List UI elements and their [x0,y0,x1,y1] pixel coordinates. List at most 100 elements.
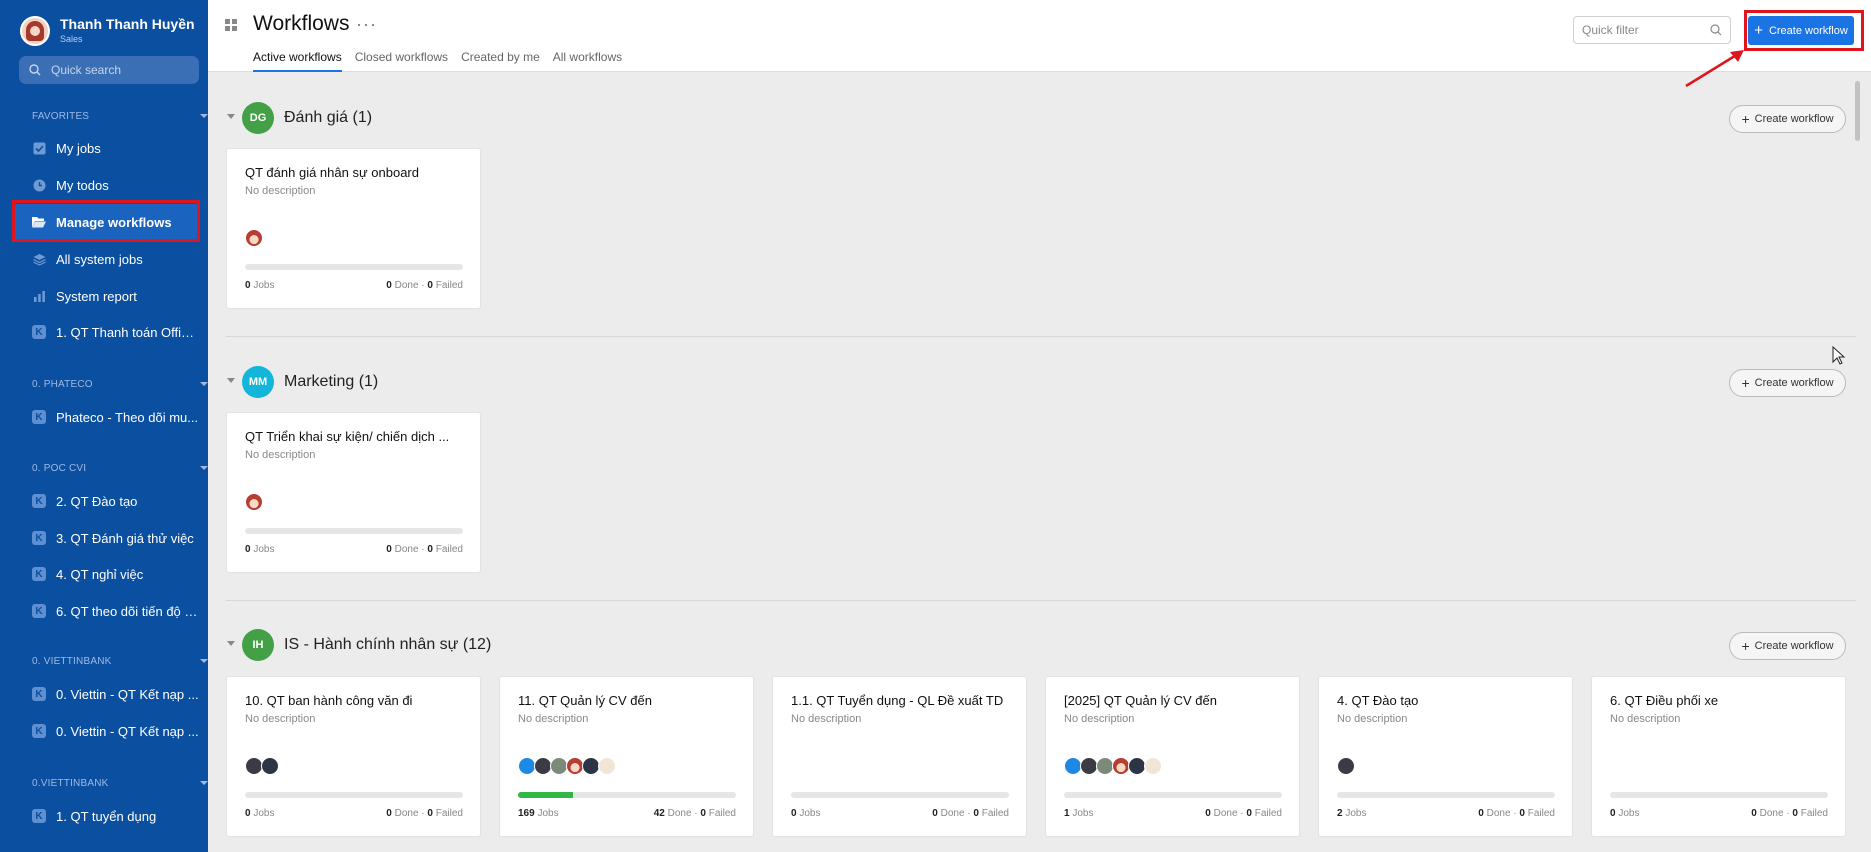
chevron-down-icon[interactable] [227,114,235,119]
sidebar-item-label: My todos [56,177,109,193]
failed-label: Failed [1254,808,1282,819]
avatar [245,493,263,511]
search-icon [1710,24,1722,36]
layers-icon [32,252,46,266]
tab-active-workflows[interactable]: Active workflows [253,50,342,72]
card-title: 10. QT ban hành công văn đi [245,693,413,708]
jobs-count: 0 Jobs [791,808,820,819]
sidebar-item-qt-thanh-toan[interactable]: K 1. QT Thanh toán Official [14,314,200,350]
failed-label: Failed [435,280,463,291]
sidebar-item-my-todos[interactable]: My todos [14,167,200,203]
card-description: No description [1064,713,1135,725]
card-title: QT đánh giá nhân sự onboard [245,165,419,180]
separator: · [1240,808,1244,819]
done-value: 0 [1205,808,1211,819]
section-phateco[interactable]: 0. PHATECO [32,379,208,390]
group-name: IS - Hành chính nhân sự (12) [284,636,492,653]
bar-chart-icon [32,289,46,303]
avatar [245,229,263,247]
progress-bar [245,528,463,534]
user-name: Thanh Thanh Huyền [60,16,195,33]
separator: · [421,808,425,819]
done-value: 0 [1751,808,1757,819]
jobs-label: Jobs [253,808,275,819]
done-value: 0 [932,808,938,819]
workflow-card[interactable]: [2025] QT Quản lý CV đến No description … [1045,676,1300,837]
sidebar-item-label: 1. QT tuyển dụng [56,808,157,824]
progress-bar [1337,792,1555,798]
avatar [1144,757,1162,775]
sidebar-item-my-jobs[interactable]: My jobs [14,130,200,166]
workflow-card[interactable]: 1.1. QT Tuyển dụng - QL Đề xuất TD No de… [772,676,1027,837]
workflow-card[interactable]: 10. QT ban hành công văn đi No descripti… [226,676,481,837]
workflow-icon: K [32,567,46,581]
sidebar-item-viettin-2[interactable]: K 0. Viettin - QT Kết nạp ... [14,713,200,749]
more-options-icon[interactable]: ··· [356,14,377,35]
section-poc-cvi[interactable]: 0. POC CVI [32,463,208,474]
sidebar-item-qt-danh-gia[interactable]: K 3. QT Đánh giá thử việc [14,520,200,556]
sidebar-item-qt-dao-tao[interactable]: K 2. QT Đào tạo [14,483,200,519]
sidebar-item-viettin-1[interactable]: K 0. Viettin - QT Kết nạp ... [14,676,200,712]
failed-value: 0 [1519,808,1525,819]
section-label: 0. POC CVI [32,463,87,474]
done-value: 0 [386,544,392,555]
sidebar-item-qt-theo-doi[interactable]: K 6. QT theo dõi tiến độ s... [14,593,200,629]
failed-value: 0 [973,808,979,819]
section-favorites[interactable]: FAVORITES [32,111,208,122]
workflow-card[interactable]: QT đánh giá nhân sự onboard No descripti… [226,148,481,309]
chevron-down-icon[interactable] [227,378,235,383]
card-title: 6. QT Điều phối xe [1610,693,1719,708]
tab-created-by-me[interactable]: Created by me [461,50,540,72]
card-stats: 0 Jobs 0 Done · 0 Failed [245,544,463,555]
done-label: Done [667,808,692,819]
progress-bar [245,792,463,798]
group-header-hanh-chinh: IH IS - Hành chính nhân sự (12) + Create … [208,624,1860,664]
done-label: Done [1759,808,1784,819]
card-stats: 2 Jobs 0 Done · 0 Failed [1337,808,1555,819]
sidebar-item-all-system-jobs[interactable]: All system jobs [14,241,200,277]
sidebar-item-phateco[interactable]: K Phateco - Theo dõi mu... [14,399,200,435]
member-avatars [245,493,263,511]
create-workflow-button[interactable]: + Create workflow [1729,632,1846,660]
workflow-card[interactable]: QT Triển khai sự kiện/ chiến dịch ... No… [226,412,481,573]
separator: · [421,280,425,291]
sidebar-item-qt-nghi-viec[interactable]: K 4. QT nghỉ việc [14,556,200,592]
grid-icon[interactable] [225,19,237,31]
plus-icon: + [1741,375,1750,391]
sidebar-item-label: 0. Viettin - QT Kết nạp ... [56,686,199,702]
failed-label: Failed [1800,808,1828,819]
jobs-label: Jobs [1072,808,1094,819]
plus-icon: + [1741,111,1750,127]
workflow-card[interactable]: 11. QT Quản lý CV đến No description 169… [499,676,754,837]
workflow-card[interactable]: 6. QT Điều phối xe No description 0 Jobs… [1591,676,1846,837]
group-name: Marketing (1) [284,373,379,390]
chevron-down-icon[interactable] [227,641,235,646]
create-workflow-button[interactable]: + Create workflow [1729,105,1846,133]
sidebar-item-system-report[interactable]: System report [14,278,200,314]
tab-all-workflows[interactable]: All workflows [553,50,622,72]
section-viettinbank-2[interactable]: 0.VIETTINBANK [32,778,208,789]
workflow-icon: K [32,531,46,545]
member-avatars [245,229,263,247]
sidebar-item-qt-tuyen-dung[interactable]: K 1. QT tuyển dụng [14,798,200,834]
quick-search-input[interactable]: Quick search [19,56,199,84]
workflow-card[interactable]: 4. QT Đào tạo No description 2 Jobs 0 Do… [1318,676,1573,837]
failed-label: Failed [435,544,463,555]
tab-closed-workflows[interactable]: Closed workflows [355,50,448,72]
done-failed: 0 Done · 0 Failed [386,544,463,555]
failed-value: 0 [427,808,433,819]
user-profile[interactable]: Thanh Thanh Huyền Sales [20,14,195,48]
progress-bar [1064,792,1282,798]
section-viettinbank[interactable]: 0. VIETTINBANK [32,656,208,667]
group-badge: IH [242,629,274,661]
done-label: Done [394,808,419,819]
done-value: 0 [386,280,392,291]
separator: · [1786,808,1790,819]
create-workflow-button[interactable]: + Create workflow [1729,369,1846,397]
card-stats: 169 Jobs 42 Done · 0 Failed [518,808,736,819]
plus-icon: + [1741,638,1750,654]
avatar [598,757,616,775]
jobs-label: Jobs [1345,808,1367,819]
chevron-down-icon [200,382,208,386]
quick-filter-input[interactable]: Quick filter [1573,16,1731,44]
